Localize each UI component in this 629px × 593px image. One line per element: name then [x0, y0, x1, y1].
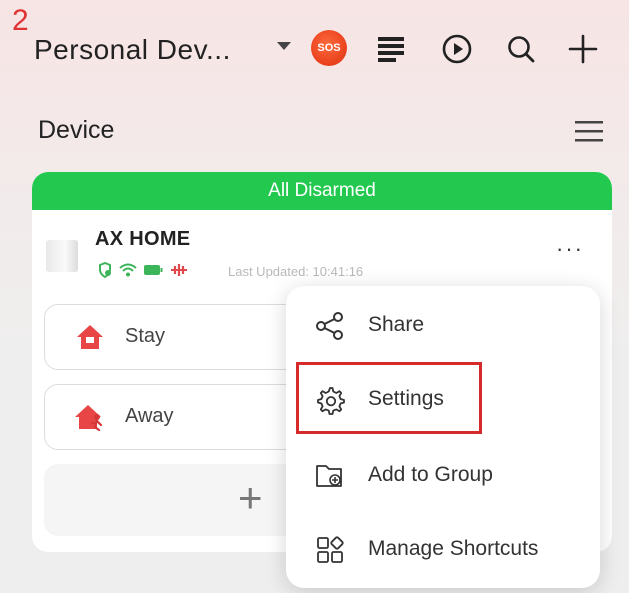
- folder-add-icon: [316, 465, 342, 487]
- away-mode-label: Away: [125, 405, 174, 427]
- device-name: AX HOME: [95, 228, 191, 250]
- last-updated-text: Last Updated: 10:41:16: [228, 264, 364, 279]
- device-status-icons: [97, 262, 189, 278]
- list-view-icon[interactable]: [374, 32, 408, 66]
- arm-status-banner: All Disarmed: [32, 172, 612, 210]
- shield-icon: [99, 262, 111, 278]
- menu-item-share-label: Share: [368, 313, 425, 336]
- add-icon[interactable]: [566, 32, 600, 66]
- playback-icon[interactable]: [440, 32, 474, 66]
- sos-button[interactable]: SOS: [311, 30, 347, 66]
- away-icon: [75, 405, 103, 431]
- shortcuts-icon: [317, 536, 344, 563]
- search-icon[interactable]: [504, 32, 538, 66]
- site-title[interactable]: Personal Dev...: [34, 34, 231, 66]
- wifi-icon: [119, 263, 137, 277]
- menu-item-add-to-group[interactable]: Add to Group: [286, 446, 600, 506]
- more-options-button[interactable]: ···: [552, 238, 588, 264]
- plus-icon: +: [238, 474, 263, 521]
- device-thumbnail: [46, 240, 78, 272]
- menu-icon[interactable]: [572, 117, 606, 145]
- menu-item-manage-shortcuts[interactable]: Manage Shortcuts: [286, 520, 600, 580]
- menu-item-share[interactable]: Share: [286, 296, 600, 356]
- menu-item-manage-shortcuts-label: Manage Shortcuts: [368, 537, 539, 560]
- settings-highlight-box: [296, 362, 482, 434]
- stay-mode-label: Stay: [125, 325, 166, 347]
- share-icon: [316, 312, 343, 340]
- context-menu: Share Settings Add to Group Manage Short…: [286, 286, 600, 588]
- top-bar: Personal Dev... SOS: [0, 0, 629, 100]
- signal-icon: [171, 264, 187, 276]
- home-icon: [77, 325, 103, 349]
- section-title: Device: [38, 116, 115, 144]
- dropdown-caret-icon[interactable]: [276, 40, 292, 52]
- battery-icon: [144, 265, 163, 275]
- menu-item-add-to-group-label: Add to Group: [368, 463, 493, 486]
